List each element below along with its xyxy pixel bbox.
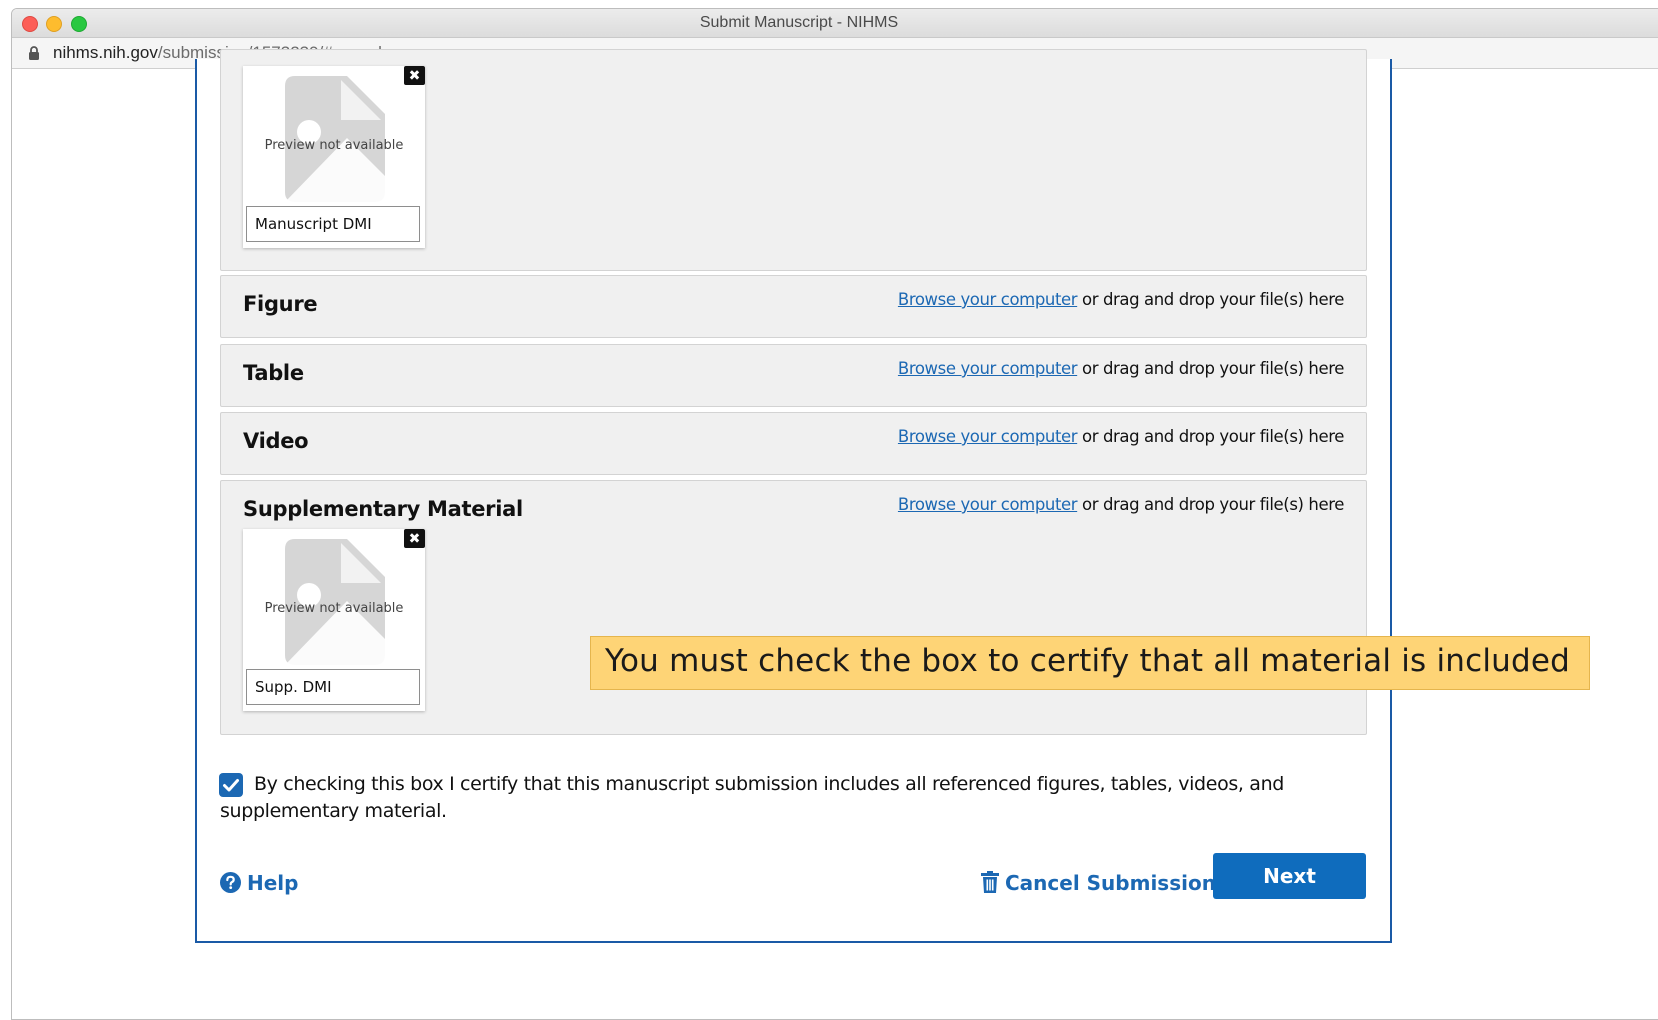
preview-unavailable-text: Preview not available — [264, 138, 404, 153]
browse-computer-link[interactable]: Browse your computer — [898, 359, 1078, 378]
section-title: Figure — [243, 292, 318, 316]
supplementary-section: Supplementary Material Browse your compu… — [220, 480, 1367, 735]
section-title: Video — [243, 429, 309, 453]
certify-warning-tooltip: You must check the box to certify that a… — [590, 636, 1590, 690]
remove-file-button[interactable]: ✖ — [404, 529, 425, 548]
cancel-submission-link[interactable]: Cancel Submission — [981, 871, 1216, 895]
browser-window: Submit Manuscript - NIHMS nihms.nih.gov/… — [11, 8, 1658, 1020]
upload-instructions: Browse your computer or drag and drop yo… — [897, 495, 1344, 514]
browse-computer-link[interactable]: Browse your computer — [898, 495, 1078, 514]
upload-instructions: Browse your computer or drag and drop yo… — [897, 427, 1344, 446]
lock-icon — [29, 46, 39, 60]
next-button[interactable]: Next — [1213, 853, 1366, 899]
section-title: Supplementary Material — [243, 497, 523, 521]
help-link[interactable]: Help — [220, 871, 298, 895]
browse-computer-link[interactable]: Browse your computer — [898, 427, 1078, 446]
browse-computer-link[interactable]: Browse your computer — [898, 290, 1078, 309]
certify-label[interactable]: By checking this box I certify that this… — [220, 771, 1360, 825]
supplementary-file-card: Preview not available Supp. DMI ✖ — [243, 529, 425, 711]
video-section: Video Browse your computer or drag and d… — [220, 412, 1367, 475]
figure-section: Figure Browse your computer or drag and … — [220, 275, 1367, 338]
file-name-field[interactable]: Supp. DMI — [246, 669, 420, 705]
table-section: Table Browse your computer or drag and d… — [220, 344, 1367, 407]
window-title: Submit Manuscript - NIHMS — [699, 14, 899, 31]
close-icon: ✖ — [408, 530, 421, 546]
preview-unavailable-text: Preview not available — [264, 601, 404, 616]
manuscript-file-card: Preview not available Manuscript DMI ✖ — [243, 66, 425, 248]
title-bar: Submit Manuscript - NIHMS — [12, 9, 1658, 38]
manuscript-panel: Preview not available Manuscript DMI ✖ — [220, 49, 1367, 271]
close-icon: ✖ — [408, 67, 421, 83]
submission-dialog: Preview not available Manuscript DMI ✖ F… — [195, 49, 1392, 943]
remove-file-button[interactable]: ✖ — [404, 66, 425, 85]
upload-instructions: Browse your computer or drag and drop yo… — [897, 359, 1344, 378]
page-content: Preview not available Manuscript DMI ✖ F… — [12, 49, 1658, 1019]
upload-instructions: Browse your computer or drag and drop yo… — [897, 290, 1344, 309]
trash-icon — [981, 871, 999, 893]
file-name-field[interactable]: Manuscript DMI — [246, 206, 420, 242]
question-circle-icon — [220, 872, 241, 893]
section-title: Table — [243, 361, 304, 385]
